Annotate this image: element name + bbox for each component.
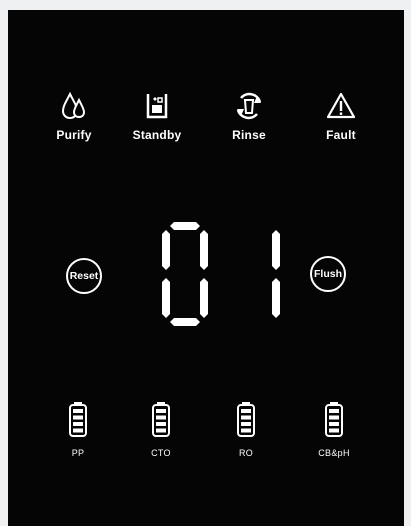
seven-segment-display xyxy=(162,222,280,326)
filter-cbph-label: CB&pH xyxy=(318,448,350,458)
filter-ro-label: RO xyxy=(238,448,254,458)
filter-cbph: CB&pH xyxy=(294,402,374,458)
filter-level-icon xyxy=(69,402,87,437)
status-purify: Purify xyxy=(29,90,119,142)
filter-level-bar xyxy=(156,415,166,420)
status-fault-label: Fault xyxy=(326,128,356,142)
filter-level-bar xyxy=(156,422,166,426)
filter-cto: CTO xyxy=(121,402,201,458)
filter-level-bar xyxy=(156,409,166,413)
digit-0-segment-b xyxy=(200,230,208,270)
filter-level-bar xyxy=(329,428,339,433)
filter-level-bar xyxy=(241,428,251,433)
filter-level-bar xyxy=(73,428,83,433)
filter-level-cap xyxy=(157,402,165,405)
filter-level-bar xyxy=(241,409,251,413)
filter-level-bar xyxy=(156,428,166,433)
filter-level-cap xyxy=(242,402,250,405)
filter-level-icon xyxy=(152,402,170,437)
digit-0-segment-d xyxy=(170,318,200,326)
filter-level-bar xyxy=(329,409,339,413)
filter-level-bar xyxy=(241,422,251,426)
filter-pp: PP xyxy=(38,402,118,458)
filter-level-bar xyxy=(73,422,83,426)
cup-icon xyxy=(146,94,168,119)
reset-button-label: Reset xyxy=(69,270,99,282)
filter-level-icon xyxy=(325,402,343,437)
filter-level-cap xyxy=(74,402,82,405)
filter-level-bar xyxy=(329,422,339,426)
digit-1-segment-c xyxy=(272,278,280,318)
warning-triangle-icon xyxy=(326,92,356,119)
flush-button-label: Flush xyxy=(314,268,342,280)
filter-ro: RO xyxy=(206,402,286,458)
filter-cto-label: CTO xyxy=(151,448,171,458)
water-drop-icon xyxy=(61,91,86,120)
status-standby: Standby xyxy=(112,90,202,142)
digit-0-segment-e xyxy=(162,278,170,318)
filter-level-bar xyxy=(73,409,83,413)
control-panel: Purify Standby Rinse Fault Reset Flush P… xyxy=(8,10,404,526)
digit-1-segment-b xyxy=(272,230,280,270)
filter-level-bar xyxy=(241,415,251,420)
rinse-cycle-icon xyxy=(236,92,262,120)
status-fault: Fault xyxy=(296,90,386,142)
reset-button[interactable]: Reset xyxy=(66,258,102,294)
flush-button[interactable]: Flush xyxy=(310,256,346,292)
status-standby-label: Standby xyxy=(132,128,182,142)
filter-pp-label: PP xyxy=(71,448,85,458)
digit-0-segment-c xyxy=(200,278,208,318)
filter-level-cap xyxy=(330,402,338,405)
digit-0-segment-f xyxy=(162,230,170,270)
status-purify-label: Purify xyxy=(56,128,92,142)
filter-level-icon xyxy=(237,402,255,437)
filter-level-bar xyxy=(329,415,339,420)
status-rinse-label: Rinse xyxy=(232,128,266,142)
filter-level-bar xyxy=(73,415,83,420)
status-rinse: Rinse xyxy=(204,90,294,142)
digit-0-segment-a xyxy=(170,222,200,230)
